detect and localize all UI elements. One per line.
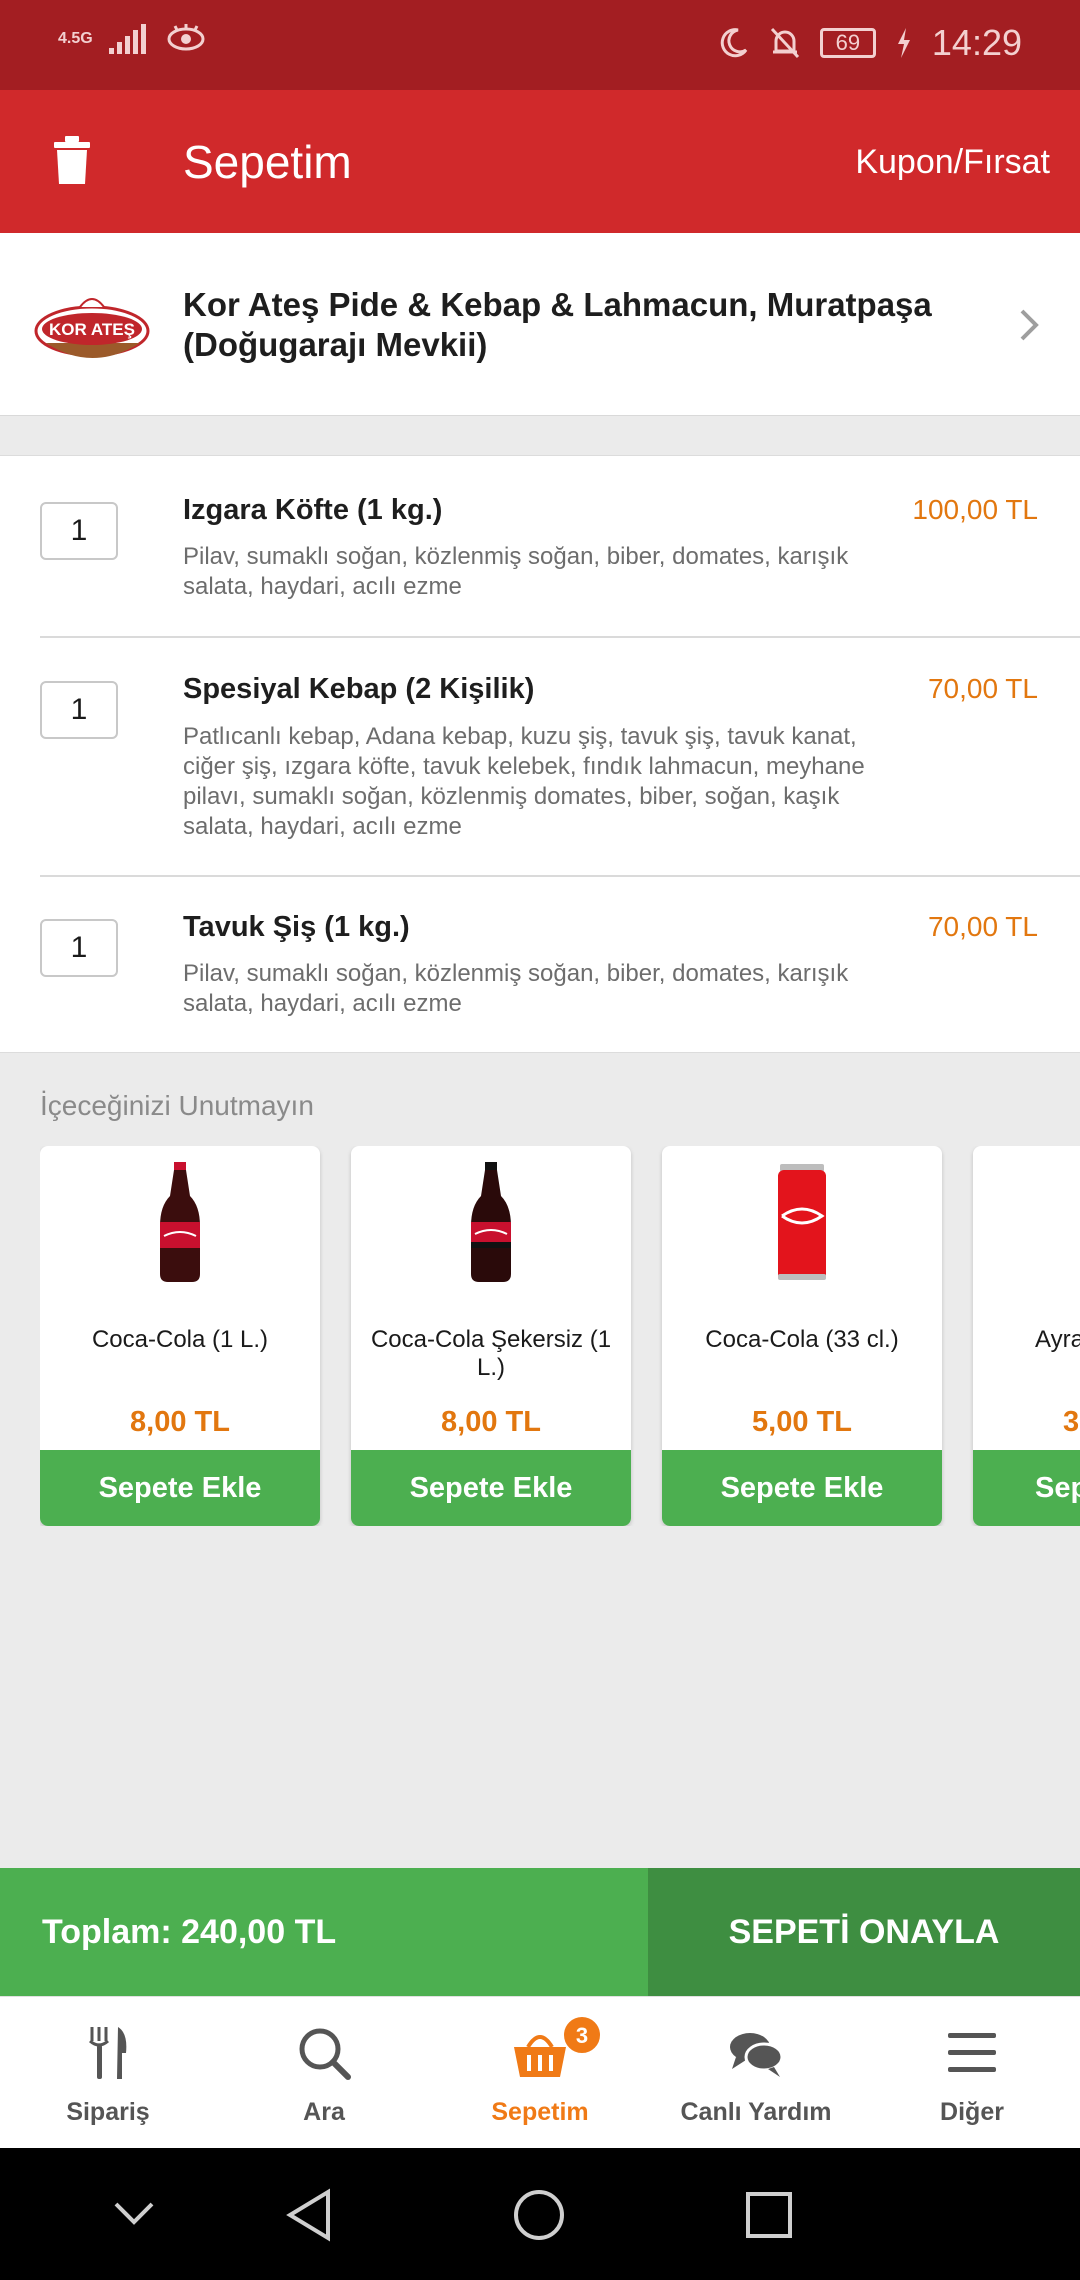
drink-price: 3 xyxy=(1063,1406,1080,1438)
confirm-cart-button[interactable]: SEPETİ ONAYLA xyxy=(648,1868,1080,1996)
drink-price: 5,00 TL xyxy=(752,1406,852,1438)
status-bar: 4.5G 69 14:29 xyxy=(0,0,1080,90)
item-price: 70,00 TL xyxy=(927,673,1038,704)
drink-card[interactable]: Coca-Cola (1 L.) 8,00 TL Sepete Ekle xyxy=(40,1146,320,1526)
chevron-right-icon xyxy=(1020,309,1039,341)
drink-card[interactable]: Ayra 3 Sepete Ekle xyxy=(973,1146,1080,1526)
tab-label: Canlı Yardım xyxy=(680,2098,832,2126)
page-title: Sepetim xyxy=(183,136,352,188)
drink-price: 8,00 TL xyxy=(441,1406,541,1438)
restaurant-logo: KOR ATEŞ xyxy=(34,298,150,358)
cola-bottle-image xyxy=(160,1162,200,1282)
drinks-section-title: İçeceğinizi Unutmayın xyxy=(40,1090,314,1121)
network-type: 4.5G xyxy=(58,30,93,47)
trash-icon[interactable] xyxy=(52,134,92,186)
tab-label: Ara xyxy=(303,2098,345,2126)
chevron-down-icon[interactable] xyxy=(112,2198,156,2228)
signal-icon xyxy=(108,24,146,54)
tab-diger[interactable]: Diğer xyxy=(864,1997,1080,2149)
add-to-cart-button[interactable]: Sepete Ekle xyxy=(662,1450,942,1526)
chat-icon xyxy=(730,2033,784,2077)
tab-label: Sepetim xyxy=(491,2098,589,2126)
item-price: 100,00 TL xyxy=(912,494,1038,525)
cola-zero-bottle-image xyxy=(471,1162,511,1282)
divider xyxy=(40,875,1080,877)
restaurant-name: Kor Ateş Pide & Kebap & Lahmacun, Muratp… xyxy=(183,286,932,363)
total-amount: Toplam: 240,00 TL xyxy=(42,1913,337,1951)
restaurant-card[interactable]: KOR ATEŞ Kor Ateş Pide & Kebap & Lahmacu… xyxy=(0,233,1080,416)
recents-icon[interactable] xyxy=(744,2190,794,2240)
menu-icon xyxy=(948,2033,996,2072)
logo-text: KOR ATEŞ xyxy=(49,320,135,339)
drink-price: 8,00 TL xyxy=(130,1406,230,1438)
quantity-field[interactable]: 1 xyxy=(40,502,118,560)
drink-name: Ayra xyxy=(1035,1326,1080,1353)
item-description: Pilav, sumaklı soğan, közlenmiş soğan, b… xyxy=(183,543,849,600)
drink-name: Coca-Cola (1 L.) xyxy=(91,1326,269,1353)
cart-items: 1 Izgara Köfte (1 kg.) 100,00 TL Pilav, … xyxy=(0,455,1080,1053)
add-to-cart-button[interactable]: Sepete Ekle xyxy=(973,1450,1080,1526)
drink-name: Coca-Cola Şekersiz (1 L.) xyxy=(370,1326,612,1381)
charging-icon xyxy=(897,28,910,58)
clock: 14:29 xyxy=(931,22,1022,63)
item-name: Spesiyal Kebap (2 Kişilik) xyxy=(183,673,535,705)
tab-sepetim[interactable]: 3 Sepetim xyxy=(432,1997,648,2149)
tab-label: Diğer xyxy=(940,2098,1004,2126)
item-description: Pilav, sumaklı soğan, közlenmiş soğan, b… xyxy=(183,960,849,1017)
divider xyxy=(40,636,1080,638)
cart-count-badge: 3 xyxy=(562,2015,602,2055)
item-description: Patlıcanlı kebap, Adana kebap, kuzu şiş,… xyxy=(183,723,865,840)
item-price: 70,00 TL xyxy=(927,911,1038,942)
cola-can-image xyxy=(778,1164,826,1280)
tab-siparis[interactable]: Sipariş xyxy=(0,1997,216,2149)
fork-knife-icon xyxy=(89,2027,127,2079)
add-to-cart-button[interactable]: Sepete Ekle xyxy=(40,1450,320,1526)
quantity-field[interactable]: 1 xyxy=(40,681,118,739)
quantity-field[interactable]: 1 xyxy=(40,919,118,977)
moon-icon xyxy=(720,28,748,58)
basket-icon xyxy=(514,2035,566,2077)
add-to-cart-button[interactable]: Sepete Ekle xyxy=(351,1450,631,1526)
drinks-carousel[interactable]: Coca-Cola (1 L.) 8,00 TL Sepete Ekle Coc… xyxy=(40,1146,1080,1526)
checkout-bar: Toplam: 240,00 TL SEPETİ ONAYLA xyxy=(0,1868,1080,1996)
home-icon[interactable] xyxy=(512,2188,566,2242)
tab-ara[interactable]: Ara xyxy=(216,1997,432,2149)
tab-label: Sipariş xyxy=(66,2098,150,2126)
item-name: Tavuk Şiş (1 kg.) xyxy=(183,911,410,943)
tab-canli-yardim[interactable]: Canlı Yardım xyxy=(648,1997,864,2149)
toolbar: Sepetim Kupon/Fırsat xyxy=(0,90,1080,233)
bottom-tab-bar: Sipariş Ara 3 Sepetim Canlı Yardım Diğer xyxy=(0,1996,1080,2148)
total-panel: Toplam: 240,00 TL xyxy=(0,1868,648,1996)
bell-off-icon xyxy=(770,27,800,59)
drink-card[interactable]: Coca-Cola (33 cl.) 5,00 TL Sepete Ekle xyxy=(662,1146,942,1526)
back-icon[interactable] xyxy=(284,2188,334,2242)
drink-card[interactable]: Coca-Cola Şekersiz (1 L.) 8,00 TL Sepete… xyxy=(351,1146,631,1526)
coupon-button[interactable]: Kupon/Fırsat xyxy=(855,142,1050,182)
battery-level: 69 xyxy=(819,28,876,58)
item-name: Izgara Köfte (1 kg.) xyxy=(183,494,443,526)
system-nav-bar xyxy=(0,2148,1080,2280)
drink-name: Coca-Cola (33 cl.) xyxy=(705,1326,899,1353)
eye-icon xyxy=(167,24,205,51)
search-icon xyxy=(299,2028,351,2080)
